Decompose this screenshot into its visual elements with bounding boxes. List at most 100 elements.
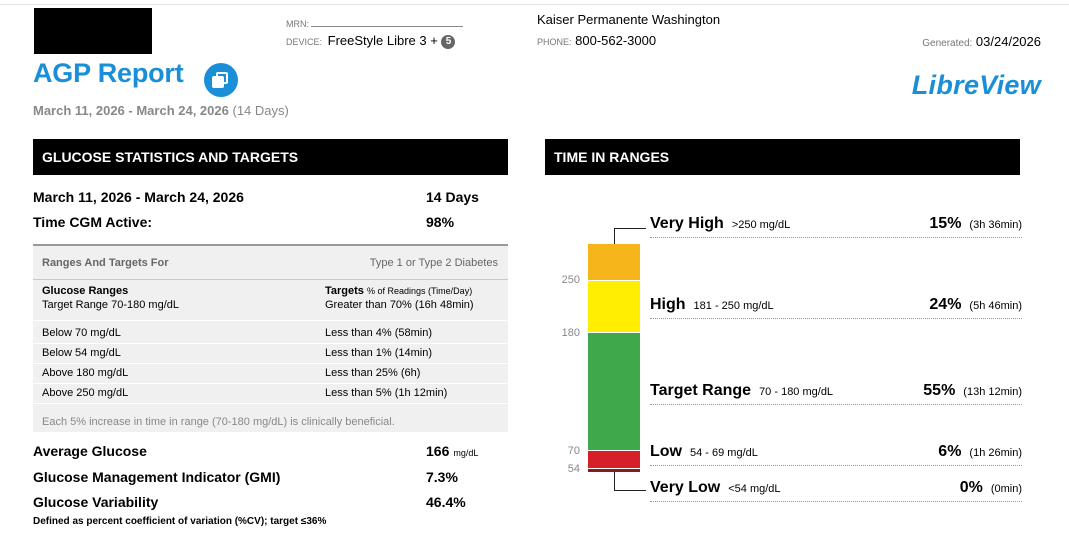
generated-date: Generated: 03/24/2026 <box>922 34 1041 49</box>
tir-duration: (1h 26min) <box>969 447 1022 459</box>
range-cell: Below 54 mg/dL <box>42 347 121 359</box>
date-range-days: (14 Days) <box>232 103 289 118</box>
phone-field: PHONE: 800-562-3000 <box>537 33 656 48</box>
bar-target <box>588 333 640 450</box>
connector-very-low <box>614 472 615 490</box>
ranges-table-header: Ranges And Targets For Type 1 or Type 2 … <box>33 246 508 280</box>
tir-duration: (3h 36min) <box>969 219 1022 231</box>
top-divider <box>0 4 1069 5</box>
tir-name-text: High <box>650 296 686 313</box>
axis-label-70: 70 <box>567 445 580 457</box>
device-field: DEVICE: FreeStyle Libre 3 + 5 <box>286 33 456 49</box>
date-range-text: March 11, 2026 - March 24, 2026 <box>33 103 229 118</box>
copy-icon[interactable] <box>204 63 238 97</box>
tir-name-text: Low <box>650 443 682 460</box>
period-label: March 11, 2026 - March 24, 2026 <box>33 189 244 205</box>
cgm-active-label: Time CGM Active: <box>33 214 153 230</box>
table-row: Above 250 mg/dL Less than 5% (1h 12min) <box>33 384 508 404</box>
tir-pct: 0% <box>959 479 983 496</box>
ranges-targets-table: Ranges And Targets For Type 1 or Type 2 … <box>33 244 508 432</box>
avg-glucose-number: 166 <box>426 443 450 459</box>
col2-subtitle: Greater than 70% (16h 48min) <box>325 299 474 311</box>
tir-value: 15% (3h 36min) <box>929 215 1022 233</box>
target-cell: Less than 1% (14min) <box>325 347 432 359</box>
connector-very-low-line <box>614 490 646 491</box>
range-cell: Above 250 mg/dL <box>42 387 129 399</box>
avg-glucose-label: Average Glucose <box>33 443 147 459</box>
col2-title: Targets <box>325 285 364 297</box>
glucose-stats-heading: GLUCOSE STATISTICS AND TARGETS <box>33 139 508 175</box>
redacted-patient-name <box>34 8 152 54</box>
tir-duration: (0min) <box>990 483 1022 495</box>
gmi-value: 7.3% <box>426 469 458 485</box>
avg-glucose-unit: mg/dL <box>453 448 479 458</box>
device-value: FreeStyle Libre 3 + <box>327 33 438 48</box>
tir-range: <54 mg/dL <box>728 483 781 495</box>
phone-label: PHONE: <box>537 37 572 47</box>
tir-name-text: Target Range <box>650 382 752 399</box>
tir-name: High 181 - 250 mg/dL <box>650 296 774 314</box>
device-count-badge: 5 <box>441 35 456 49</box>
target-cell: Less than 25% (6h) <box>325 367 421 379</box>
mrn-blank-line <box>311 19 463 27</box>
tir-pct: 55% <box>923 382 956 399</box>
tir-name: Target Range 70 - 180 mg/dL <box>650 382 833 400</box>
bar-low <box>588 451 640 468</box>
mrn-label: MRN: <box>286 19 309 29</box>
tir-value: 0% (0min) <box>960 479 1022 497</box>
col1-subtitle: Target Range 70-180 mg/dL <box>42 299 179 311</box>
tir-row-target: Target Range 70 - 180 mg/dL 55% (13h 12min… <box>650 381 1022 405</box>
generated-label: Generated: <box>922 38 973 49</box>
device-label: DEVICE: <box>286 37 323 47</box>
tir-range: 54 - 69 mg/dL <box>690 447 758 459</box>
tir-pct: 6% <box>938 443 962 460</box>
targets-column-head: Targets % of Readings (Time/Day) Greater… <box>325 284 474 312</box>
report-date-range: March 11, 2026 - March 24, 2026 (14 Days… <box>33 103 289 118</box>
copy-icon-front-square <box>212 76 224 88</box>
ranges-header-left: Ranges And Targets For <box>42 257 169 269</box>
cgm-active-value: 98% <box>426 214 455 230</box>
range-cell: Below 70 mg/dL <box>42 327 121 339</box>
tir-row-low: Low 54 - 69 mg/dL 6% (1h 26min) <box>650 442 1022 466</box>
table-row: Above 180 mg/dL Less than 25% (6h) <box>33 364 508 384</box>
gmi-label: Glucose Management Indicator (GMI) <box>33 469 281 485</box>
axis-label-54: 54 <box>567 463 580 475</box>
tir-pct: 15% <box>929 215 962 232</box>
tir-name-text: Very High <box>650 215 724 232</box>
tir-name-text: Very Low <box>650 479 721 496</box>
tir-name: Very Low <54 mg/dL <box>650 479 781 497</box>
col1-title: Glucose Ranges <box>42 285 129 297</box>
bar-very-high <box>588 244 640 280</box>
axis-label-180: 180 <box>561 327 580 339</box>
connector-very-high-line <box>614 228 646 229</box>
tir-range: 181 - 250 mg/dL <box>693 300 774 312</box>
tir-row-very-low: Very Low <54 mg/dL 0% (0min) <box>650 478 1022 502</box>
tir-name: Very High >250 mg/dL <box>650 215 790 233</box>
row-divider <box>33 320 508 321</box>
variability-label: Glucose Variability <box>33 494 159 510</box>
bar-high <box>588 281 640 332</box>
phone-value: 800-562-3000 <box>575 33 657 48</box>
time-in-ranges-heading: TIME IN RANGES <box>545 139 1020 175</box>
mrn-field: MRN: <box>286 14 463 32</box>
variability-value: 46.4% <box>426 494 466 510</box>
col2-title-small: % of Readings (Time/Day) <box>366 286 473 296</box>
connector-very-high <box>614 228 615 244</box>
table-row: Below 70 mg/dL Less than 4% (58min) <box>33 324 508 344</box>
variability-note: Defined as percent coefficient of variat… <box>33 516 327 527</box>
tir-range: >250 mg/dL <box>731 219 791 231</box>
organization-name: Kaiser Permanente Washington <box>537 12 721 27</box>
target-cell: Less than 5% (1h 12min) <box>325 387 448 399</box>
tir-name: Low 54 - 69 mg/dL <box>650 443 758 461</box>
tir-row-very-high: Very High >250 mg/dL 15% (3h 36min) <box>650 214 1022 238</box>
report-title: AGP Report <box>33 58 184 88</box>
tir-pct: 24% <box>929 296 962 313</box>
libreview-logo: LibreView <box>911 70 1041 100</box>
tir-duration: (5h 46min) <box>969 300 1022 312</box>
axis-label-250: 250 <box>561 274 580 286</box>
tir-value: 6% (1h 26min) <box>938 443 1022 461</box>
tir-value: 24% (5h 46min) <box>929 296 1022 314</box>
range-cell: Above 180 mg/dL <box>42 367 129 379</box>
glucose-ranges-column-head: Glucose Ranges Target Range 70-180 mg/dL <box>42 284 179 312</box>
clinical-note: Each 5% increase in time in range (70-18… <box>42 416 395 428</box>
